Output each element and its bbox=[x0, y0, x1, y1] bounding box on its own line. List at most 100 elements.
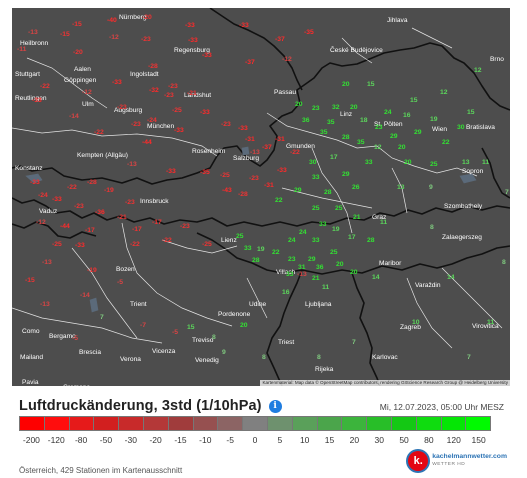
station-value[interactable]: 8 bbox=[502, 259, 506, 266]
station-value[interactable]: -33 bbox=[166, 168, 176, 175]
station-value[interactable]: 9 bbox=[222, 349, 226, 356]
station-value[interactable]: 13 bbox=[397, 184, 405, 191]
station-value[interactable]: 30 bbox=[457, 124, 465, 131]
station-value[interactable]: 15 bbox=[187, 324, 195, 331]
station-value[interactable]: 33 bbox=[365, 159, 373, 166]
station-value[interactable]: 15 bbox=[367, 81, 375, 88]
station-value[interactable]: 7 bbox=[505, 189, 509, 196]
info-icon[interactable]: i bbox=[268, 399, 282, 413]
station-value[interactable]: 36 bbox=[316, 264, 324, 271]
station-value[interactable]: 28 bbox=[342, 134, 350, 141]
station-value[interactable]: 23 bbox=[312, 105, 320, 112]
station-value[interactable]: -33 bbox=[174, 127, 184, 134]
map-canvas[interactable]: Nürnberg JihlavaHeilbronnRegensburg České … bbox=[12, 8, 510, 386]
station-value[interactable]: 20 bbox=[240, 322, 248, 329]
station-value[interactable]: 29 bbox=[308, 256, 316, 263]
station-value[interactable]: -33 bbox=[185, 22, 195, 29]
station-value[interactable]: -25 bbox=[202, 241, 212, 248]
weather-map[interactable]: Nürnberg Jihlava Heilbronn Regensburg České … bbox=[12, 8, 510, 386]
station-value[interactable]: -22 bbox=[130, 241, 140, 248]
station-value[interactable]: -13 bbox=[28, 29, 38, 36]
station-value[interactable]: -36 bbox=[95, 209, 105, 216]
station-value[interactable]: -19 bbox=[87, 267, 97, 274]
station-value[interactable]: -5 bbox=[72, 335, 78, 342]
station-value[interactable]: -31 bbox=[264, 182, 274, 189]
station-value[interactable]: 29 bbox=[390, 133, 398, 140]
station-value[interactable]: 11 bbox=[482, 159, 489, 166]
station-value[interactable]: -15 bbox=[60, 31, 70, 38]
station-value[interactable]: -44 bbox=[60, 223, 70, 230]
station-value[interactable]: 20 bbox=[404, 159, 412, 166]
station-value[interactable]: 7 bbox=[352, 339, 356, 346]
station-value[interactable]: 20 bbox=[336, 261, 344, 268]
station-value[interactable]: 33 bbox=[319, 221, 327, 228]
station-value[interactable]: -20 bbox=[73, 49, 83, 56]
station-value[interactable]: -13 bbox=[40, 301, 50, 308]
station-value[interactable]: -17 bbox=[152, 219, 162, 226]
station-value[interactable]: -22 bbox=[40, 83, 50, 90]
station-value[interactable]: 33 bbox=[244, 245, 252, 252]
station-value[interactable]: 9 bbox=[429, 184, 433, 191]
station-value[interactable]: 11 bbox=[322, 284, 329, 291]
station-value[interactable]: 19 bbox=[430, 116, 438, 123]
station-value[interactable]: -13 bbox=[297, 271, 307, 278]
station-value[interactable]: -22 bbox=[94, 129, 104, 136]
station-value[interactable]: 35 bbox=[320, 129, 328, 136]
station-value[interactable]: -19 bbox=[104, 187, 114, 194]
station-value[interactable]: 35 bbox=[357, 139, 365, 146]
station-value[interactable]: 8 bbox=[212, 334, 216, 341]
station-value[interactable]: -23 bbox=[180, 223, 190, 230]
station-value[interactable]: 20 bbox=[398, 144, 406, 151]
station-value[interactable]: -22 bbox=[162, 237, 172, 244]
station-value[interactable]: -23 bbox=[131, 121, 141, 128]
station-value[interactable]: 20 bbox=[350, 269, 358, 276]
station-value[interactable]: 24 bbox=[288, 237, 296, 244]
map-attribution[interactable]: Kartenmaterial: Map data © OpenStreetMap… bbox=[260, 380, 510, 386]
station-value[interactable]: -40 bbox=[107, 17, 117, 24]
station-value[interactable]: 25 bbox=[236, 233, 244, 240]
station-value[interactable]: -35 bbox=[304, 29, 314, 36]
station-value[interactable]: 28 bbox=[367, 237, 375, 244]
station-value[interactable]: -33 bbox=[30, 179, 40, 186]
station-value[interactable]: -35 bbox=[200, 169, 210, 176]
station-value[interactable]: 19 bbox=[257, 246, 265, 253]
station-value[interactable]: 28 bbox=[324, 189, 332, 196]
station-value[interactable]: 28 bbox=[252, 257, 260, 264]
station-value[interactable]: 26 bbox=[352, 184, 360, 191]
station-value[interactable]: -23 bbox=[117, 104, 127, 111]
station-value[interactable]: -31 bbox=[245, 136, 255, 143]
station-value[interactable]: 8 bbox=[262, 354, 266, 361]
station-value[interactable]: -33 bbox=[277, 167, 287, 174]
station-value[interactable]: -14 bbox=[69, 113, 79, 120]
station-value[interactable]: 11 bbox=[380, 219, 387, 226]
station-value[interactable]: -20 bbox=[142, 14, 152, 21]
station-value[interactable]: 8 bbox=[317, 354, 321, 361]
station-value[interactable]: 12 bbox=[440, 89, 448, 96]
station-value[interactable]: 21 bbox=[312, 275, 320, 282]
station-value[interactable]: 12 bbox=[474, 67, 482, 74]
station-value[interactable]: 25 bbox=[330, 249, 338, 256]
station-value[interactable]: 35 bbox=[327, 119, 335, 126]
station-value[interactable]: -28 bbox=[238, 191, 248, 198]
station-value[interactable]: 14 bbox=[447, 274, 455, 281]
station-value[interactable]: 17 bbox=[330, 154, 338, 161]
station-value[interactable]: 29 bbox=[414, 129, 422, 136]
station-value[interactable]: 23 bbox=[375, 124, 383, 131]
station-value[interactable]: 17 bbox=[348, 234, 356, 241]
station-value[interactable]: -33 bbox=[202, 52, 212, 59]
station-value[interactable]: -22 bbox=[67, 184, 77, 191]
station-value[interactable]: -17 bbox=[132, 226, 142, 233]
station-value[interactable]: 36 bbox=[302, 117, 310, 124]
station-value[interactable]: -37 bbox=[245, 59, 255, 66]
station-value[interactable]: 8 bbox=[430, 224, 434, 231]
station-value[interactable]: -31 bbox=[275, 136, 285, 143]
station-value[interactable]: 19 bbox=[332, 226, 340, 233]
station-value[interactable]: -23 bbox=[249, 175, 259, 182]
station-value[interactable]: -24 bbox=[38, 192, 48, 199]
station-value[interactable]: 22 bbox=[442, 139, 450, 146]
station-value[interactable]: -5 bbox=[117, 279, 123, 286]
station-value[interactable]: -25 bbox=[220, 172, 230, 179]
station-value[interactable]: -15 bbox=[25, 277, 35, 284]
station-value[interactable]: 7 bbox=[100, 314, 104, 321]
brand-logo-link[interactable]: k. kachelmannwetter.com WETTER HD bbox=[408, 451, 507, 471]
